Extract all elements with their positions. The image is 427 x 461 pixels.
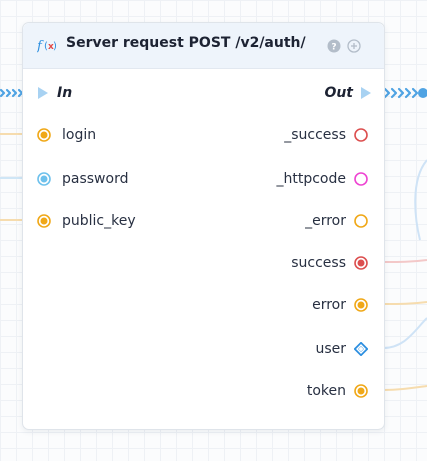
success-pin[interactable]: [354, 256, 368, 270]
add-pin-icon[interactable]: [347, 39, 361, 53]
output-label-token: token: [306, 383, 346, 399]
exec-out-label: Out: [324, 85, 353, 101]
input-label-public-key: public_key: [62, 213, 136, 229]
server-request-node[interactable]: f ( x ) Server request POST /v2/auth/ ? …: [22, 22, 385, 430]
output-label-httpcode: _httpcode: [276, 171, 346, 187]
exec-in-label: In: [57, 85, 73, 101]
success-internal-pin[interactable]: [354, 128, 368, 142]
svg-text:f: f: [37, 39, 44, 54]
input-label-login: login: [62, 127, 97, 143]
token-pin[interactable]: [354, 384, 368, 398]
exec-out-pin[interactable]: [360, 87, 372, 99]
exec-wire-in: [0, 88, 24, 98]
error-pin[interactable]: [354, 298, 368, 312]
login-pin[interactable]: [37, 128, 51, 142]
node-title: Server request POST /v2/auth/: [66, 35, 306, 51]
output-label-error-internal: _error: [305, 213, 346, 229]
user-struct-pin[interactable]: [354, 342, 368, 356]
exec-in-pin[interactable]: [37, 87, 49, 99]
output-label-error: error: [312, 297, 346, 313]
error-internal-pin[interactable]: [354, 214, 368, 228]
public-key-pin[interactable]: [37, 214, 51, 228]
input-label-password: password: [62, 171, 129, 187]
httpcode-pin[interactable]: [354, 172, 368, 186]
output-label-success: success: [291, 255, 346, 271]
function-icon: f ( x ): [37, 39, 57, 54]
node-header[interactable]: f ( x ) Server request POST /v2/auth/ ?: [23, 23, 384, 69]
svg-text:): ): [53, 41, 57, 52]
password-pin[interactable]: [37, 172, 51, 186]
exec-wire-out: [383, 87, 419, 99]
svg-text:?: ?: [331, 43, 336, 53]
help-icon[interactable]: ?: [327, 39, 341, 53]
output-label-success-internal: _success: [284, 127, 346, 143]
output-label-user: user: [315, 341, 346, 357]
